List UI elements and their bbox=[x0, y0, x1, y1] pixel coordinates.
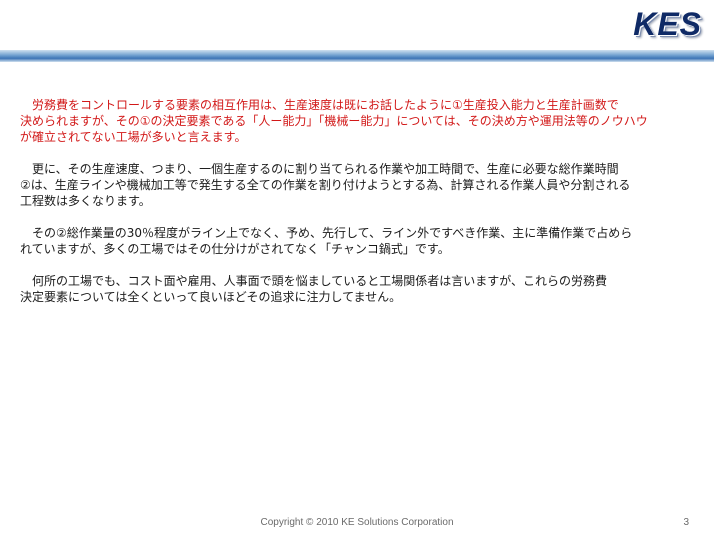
paragraph-production-speed: 更に、その生産速度、つまり、一個生産するのに割り当てられる作業や加工時間で、生産… bbox=[20, 162, 631, 208]
paragraph-total-work-volume: その②総作業量の30％程度がライン上でなく、予め、先行して、ライン外ですべき作業… bbox=[20, 226, 633, 256]
copyright-footer: Copyright © 2010 KE Solutions Corporatio… bbox=[260, 517, 454, 528]
header-divider-bar bbox=[0, 50, 714, 62]
page-number: 3 bbox=[683, 517, 689, 528]
paragraph-labor-cost-factors: 労務費をコントロールする要素の相互作用は、生産速度は既にお話したように①生産投入… bbox=[20, 98, 648, 144]
slide-body: 労務費をコントロールする要素の相互作用は、生産速度は既にお話したように①生産投入… bbox=[20, 97, 700, 321]
kes-logo: KES bbox=[633, 6, 702, 42]
paragraph-factory-concerns: 何所の工場でも、コスト面や雇用、人事面で頭を悩ましていると工場関係者は言いますが… bbox=[20, 274, 608, 304]
